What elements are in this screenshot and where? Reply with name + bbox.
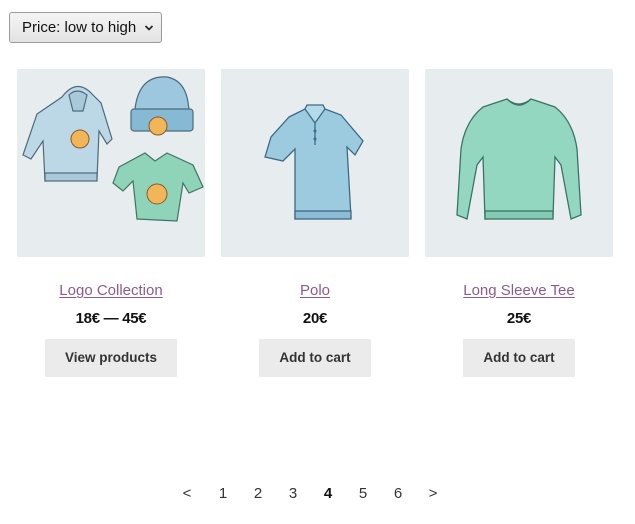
product-image[interactable] <box>17 69 205 257</box>
sort-select[interactable]: Price: low to high <box>9 12 162 43</box>
polo-image <box>221 69 409 257</box>
product-price: 20€ <box>302 310 328 327</box>
add-to-cart-button[interactable]: Add to cart <box>259 339 371 377</box>
current-page: 4 <box>323 485 333 502</box>
page-link-1[interactable]: 1 <box>219 485 227 502</box>
page-link-2[interactable]: 2 <box>254 485 262 502</box>
chevron-down-icon <box>145 24 154 31</box>
next-page-link[interactable]: > <box>429 485 438 502</box>
previous-page-link[interactable]: < <box>183 485 192 502</box>
product-title-link[interactable]: Logo Collection <box>17 282 205 299</box>
product-image[interactable] <box>425 69 613 257</box>
add-to-cart-button[interactable]: Add to cart <box>463 339 575 377</box>
product-title-link[interactable]: Long Sleeve Tee <box>425 282 613 299</box>
product-card: Logo Collection 18€ — 45€ View products <box>17 69 205 377</box>
product-image[interactable] <box>221 69 409 257</box>
pagination: < 1 2 3 4 5 6 > <box>0 485 635 505</box>
long-sleeve-tee-image <box>425 69 613 257</box>
page-link-3[interactable]: 3 <box>289 485 297 502</box>
view-products-button[interactable]: View products <box>44 339 178 377</box>
logo-collection-image <box>17 69 205 257</box>
product-card: Long Sleeve Tee 25€ Add to cart <box>425 69 613 377</box>
product-title-link[interactable]: Polo <box>221 282 409 299</box>
product-price: 18€ — 45€ <box>75 310 147 327</box>
sort-select-value: Price: low to high <box>22 19 137 36</box>
product-price: 25€ <box>506 310 532 327</box>
page-link-6[interactable]: 6 <box>394 485 402 502</box>
page-link-5[interactable]: 5 <box>359 485 367 502</box>
product-card: Polo 20€ Add to cart <box>221 69 409 377</box>
